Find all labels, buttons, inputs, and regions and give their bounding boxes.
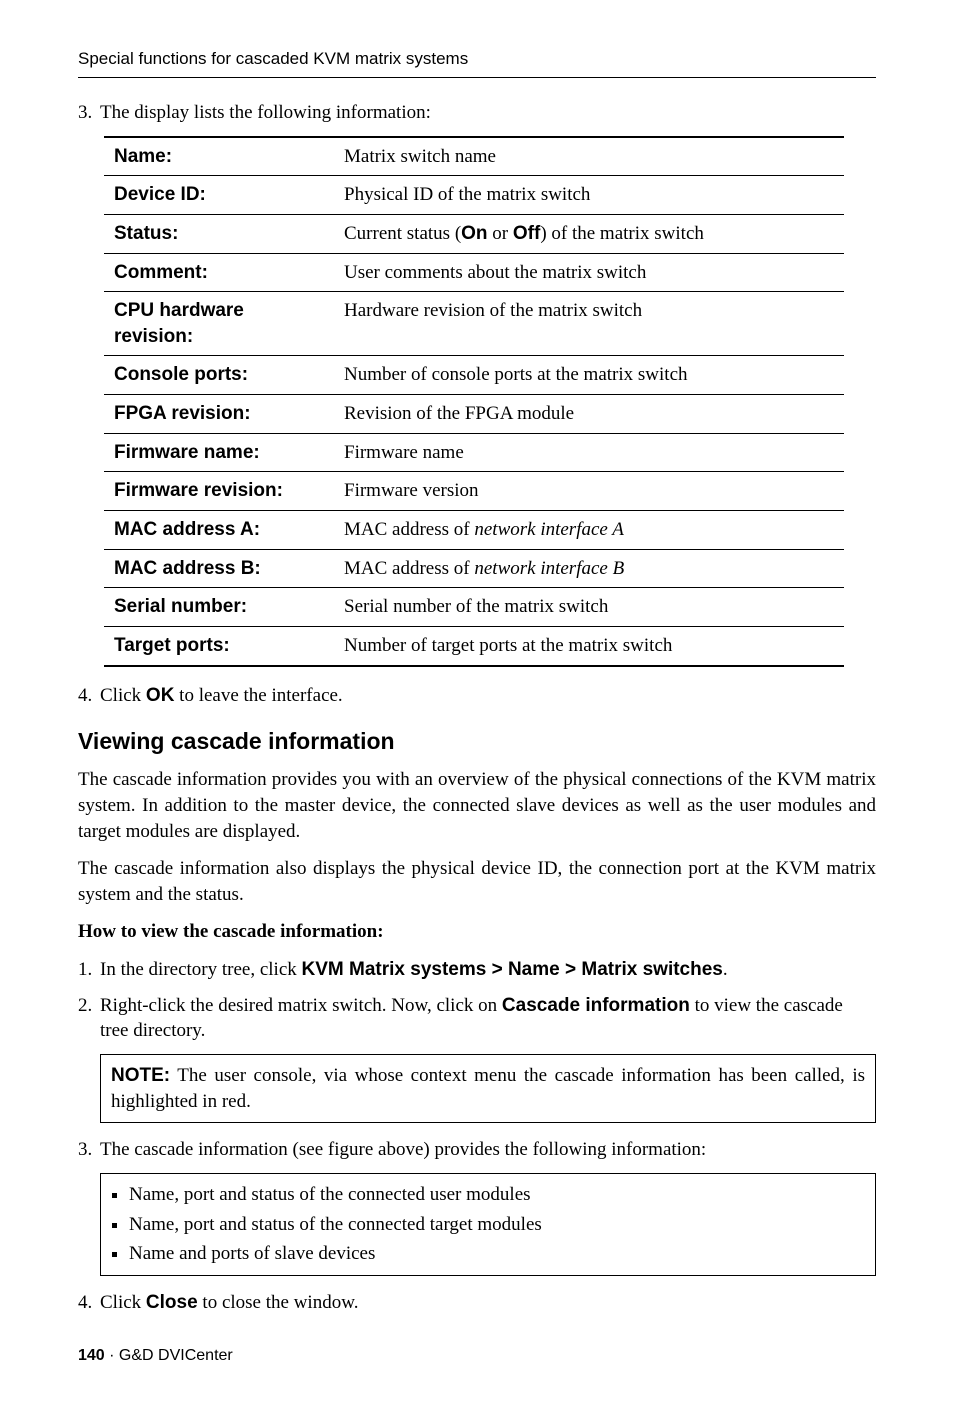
row-label: Name: [104,137,334,176]
step-number: 1. [78,957,100,983]
step-4: 4. Click OK to leave the interface. [78,683,876,709]
body-paragraph: The cascade information also displays th… [78,856,876,907]
step-text: Click OK to leave the interface. [100,683,876,709]
body-paragraph: The cascade information provides you wit… [78,767,876,844]
list-item-1: 1. In the directory tree, click KVM Matr… [78,957,876,983]
header-rule [78,77,876,78]
row-value: Hardware revision of the matrix switch [334,292,844,356]
bold-label: OK [146,685,175,706]
row-label: Comment: [104,253,334,292]
value-text: MAC address of [344,519,474,540]
text: Click [100,1292,146,1313]
table-row: Console ports: Number of console ports a… [104,356,844,395]
step-number: 2. [78,993,100,1044]
value-text: Current status ( [344,223,461,244]
row-label: Status: [104,214,334,253]
row-value: Matrix switch name [334,137,844,176]
step-number: 3. [78,100,100,126]
footer-sep: · [105,1347,119,1364]
row-value: Current status (On or Off) of the matrix… [334,214,844,253]
table-row: Firmware name: Firmware name [104,433,844,472]
list-item-2: 2. Right-click the desired matrix switch… [78,993,876,1044]
text: Right-click the desired matrix switch. N… [100,995,502,1016]
step-number: 3. [78,1137,100,1163]
row-value: Number of target ports at the matrix swi… [334,626,844,665]
step-text: In the directory tree, click KVM Matrix … [100,957,876,983]
text: to close the window. [198,1292,359,1313]
row-label: MAC address B: [104,549,334,588]
row-value: Revision of the FPGA module [334,395,844,434]
table-row: FPGA revision: Revision of the FPGA modu… [104,395,844,434]
step-text: The cascade information (see figure abov… [100,1137,876,1163]
page-footer: 140 · G&D DVICenter [78,1345,876,1367]
row-label: Device ID: [104,176,334,215]
text: to leave the interface. [174,685,342,706]
step-number: 4. [78,683,100,709]
row-label: Serial number: [104,588,334,627]
table-row: Target ports: Number of target ports at … [104,626,844,665]
table-row: Status: Current status (On or Off) of th… [104,214,844,253]
value-bold: On [461,223,487,244]
step-text: Right-click the desired matrix switch. N… [100,993,876,1044]
list-item: Name, port and status of the connected u… [129,1180,865,1210]
row-label: Firmware name: [104,433,334,472]
table-row: Comment: User comments about the matrix … [104,253,844,292]
row-value: Firmware version [334,472,844,511]
howto-heading: How to view the cascade information: [78,919,876,945]
section-heading: Viewing cascade information [78,726,876,757]
row-value: User comments about the matrix switch [334,253,844,292]
row-label: MAC address A: [104,510,334,549]
list-item: Name and ports of slave devices [129,1239,865,1269]
table-row: MAC address B: MAC address of network in… [104,549,844,588]
bold-label: KVM Matrix systems > Name > Matrix switc… [302,959,723,980]
row-value: Number of console ports at the matrix sw… [334,356,844,395]
row-value: MAC address of network interface B [334,549,844,588]
step-text: Click Close to close the window. [100,1290,876,1316]
row-label: FPGA revision: [104,395,334,434]
note-lead: NOTE: [111,1065,170,1086]
page-number: 140 [78,1347,105,1364]
step-number: 4. [78,1290,100,1316]
value-italic: network interface B [474,558,624,579]
table-row: Serial number: Serial number of the matr… [104,588,844,627]
text: . [723,959,728,980]
row-value: Firmware name [334,433,844,472]
list-item-3: 3. The cascade information (see figure a… [78,1137,876,1163]
table-row: CPU hardware revision: Hardware revision… [104,292,844,356]
step-text: The display lists the following informat… [100,100,876,126]
bold-label: Cascade information [502,995,690,1016]
table-row: Firmware revision: Firmware version [104,472,844,511]
footer-title: G&D DVICenter [119,1347,233,1364]
row-value: Serial number of the matrix switch [334,588,844,627]
text: In the directory tree, click [100,959,302,980]
note-box: NOTE: The user console, via whose contex… [100,1054,876,1123]
row-label: Console ports: [104,356,334,395]
list-item: Name, port and status of the connected t… [129,1210,865,1240]
list-item-4: 4. Click Close to close the window. [78,1290,876,1316]
row-value: MAC address of network interface A [334,510,844,549]
value-text: ) of the matrix switch [540,223,704,244]
bullet-box: Name, port and status of the connected u… [100,1173,876,1276]
value-bold: Off [513,223,540,244]
value-italic: network interface A [474,519,624,540]
info-table: Name: Matrix switch name Device ID: Phys… [104,136,844,667]
text: Click [100,685,146,706]
page-header: Special functions for cascaded KVM matri… [78,48,876,71]
row-label: Target ports: [104,626,334,665]
table-row: MAC address A: MAC address of network in… [104,510,844,549]
step-3: 3. The display lists the following infor… [78,100,876,126]
row-label: Firmware revision: [104,472,334,511]
value-text: MAC address of [344,558,474,579]
note-text: The user console, via whose context menu… [111,1065,865,1112]
row-label: CPU hardware revision: [104,292,334,356]
table-row: Name: Matrix switch name [104,137,844,176]
table-row: Device ID: Physical ID of the matrix swi… [104,176,844,215]
bold-label: Close [146,1292,198,1313]
row-value: Physical ID of the matrix switch [334,176,844,215]
value-text: or [488,223,513,244]
